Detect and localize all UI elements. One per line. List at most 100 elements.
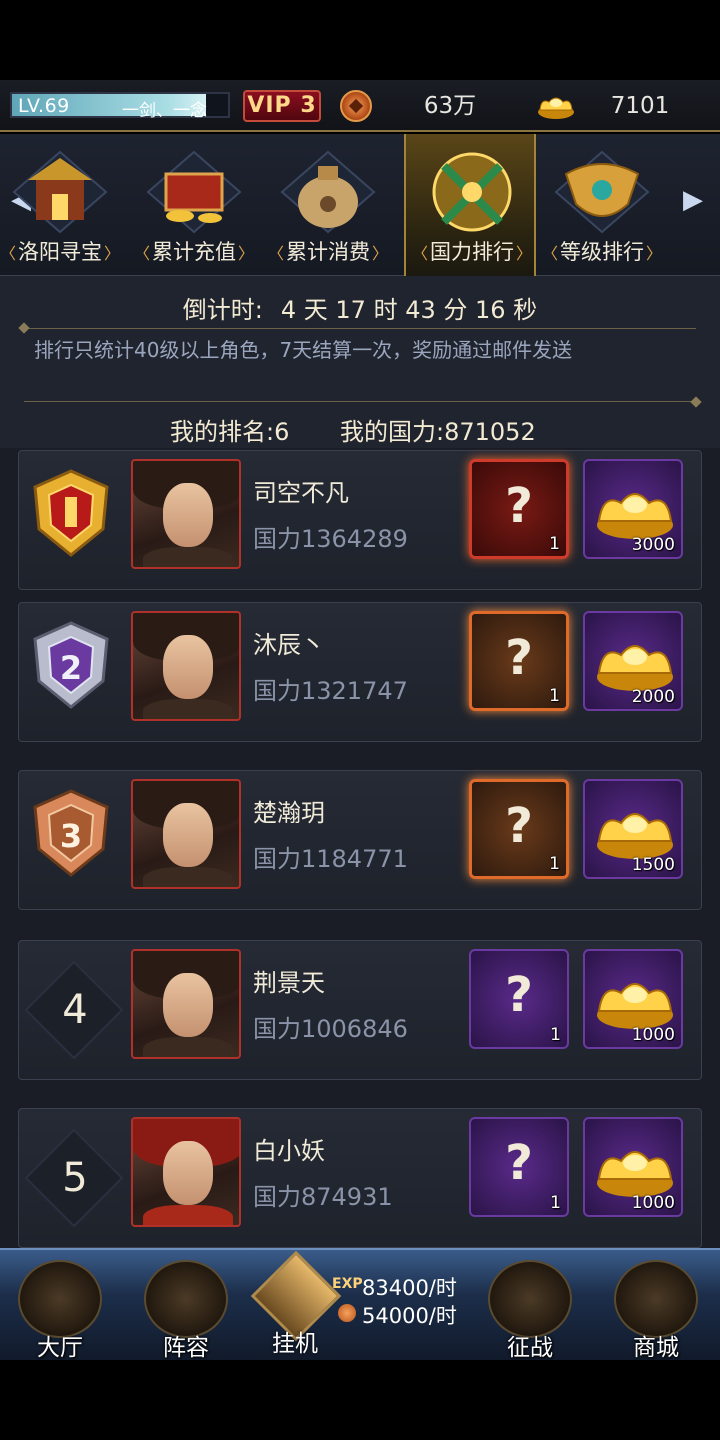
rank-1-gold-medal-icon [33,469,109,557]
reward-count: 1 [549,686,560,706]
rank-2-silver-medal-icon: 2 [33,621,109,709]
countdown-label: 倒计时: [182,296,263,324]
reward-count: 1 [550,1025,561,1045]
mystery-reward-box[interactable]: ? 1 [469,1117,569,1217]
nav-shop-button[interactable]: 商城 [600,1258,712,1361]
gold-ingot-reward[interactable]: 3000 [583,459,683,559]
tab-cumulative-recharge[interactable]: 累计充值 [128,134,260,276]
reward-count: 1000 [631,1193,675,1213]
player-power: 国力1184771 [253,845,408,873]
gold-ingot-icon [597,645,673,691]
gold-ingot-icon [538,97,574,119]
reward-count: 1500 [631,855,675,875]
tab-scroll-right-icon[interactable]: ▶ [678,182,708,218]
ranking-row[interactable]: 2 沐辰丶 国力1321747 ? 1 2000 [18,602,702,742]
mystery-reward-box[interactable]: ? 1 [469,611,569,711]
reward-count: 1000 [631,1025,675,1045]
player-avatar[interactable] [131,949,241,1059]
money-bag-icon [280,150,376,234]
nav-label: 商城 [633,1335,679,1361]
vip-badge[interactable]: VIP 3 [243,90,321,122]
level-text: LV.69 [18,95,70,117]
tab-national-power-ranking[interactable]: 国力排行 [404,134,536,276]
mystery-reward-box[interactable]: ? 1 [469,949,569,1049]
nav-battle-button[interactable]: 征战 [474,1258,586,1361]
gold-ingot-icon [597,493,673,539]
player-name: 白小妖 [253,1137,325,1165]
tab-level-ranking[interactable]: 等级排行 [536,134,668,276]
player-avatar[interactable] [131,611,241,721]
tab-label: 累计消费 [262,236,394,268]
nav-label: 征战 [507,1335,553,1361]
nav-label: 大厅 [37,1335,83,1361]
golden-crest-icon [554,150,650,234]
tab-cumulative-spending[interactable]: 累计消费 [262,134,394,276]
crossed-swords-icon [488,1260,572,1338]
rules-note: 排行只统计40级以上角色，7天结算一次，奖励通过邮件发送 [34,338,573,362]
idle-exp-rate: 83400/时 [362,1276,457,1300]
question-mark-icon: ? [505,630,533,686]
idle-coin-rate: 54000/时 [362,1304,457,1328]
gold-ingot-reward[interactable]: 1500 [583,779,683,879]
ranking-row[interactable]: 4 荆景天 国力1006846 ? 1 1000 [18,940,702,1080]
gold-ingot-icon [597,983,673,1029]
player-name: 司空不凡 [253,479,349,507]
gold-ingot-reward[interactable]: 1000 [583,1117,683,1217]
rank-number: 5 [62,1155,88,1201]
my-power: 我的国力:871052 [340,412,536,447]
gold-ingot-icon [597,813,673,859]
rank-3-bronze-medal-icon: 3 [33,789,109,877]
ranking-info-panel: 倒计时: 4 天 17 时 43 分 16 秒 排行只统计40级以上角色，7天结算… [0,276,720,448]
reward-count: 3000 [631,535,675,555]
nav-label: 阵容 [163,1335,209,1361]
ranking-row[interactable]: 5 白小妖 国力874931 ? 1 1000 [18,1108,702,1248]
nav-idle-button[interactable]: 挂机 EXP 83400/时 54000/时 [250,1250,464,1357]
reward-count: 1 [549,854,560,874]
treasure-pavilion-icon [12,150,108,234]
player-power: 国力1006846 [253,1015,408,1043]
crossed-swords-emblem-icon [432,152,512,232]
mystery-reward-box[interactable]: ? 1 [469,779,569,879]
player-name: 沐辰丶 [253,631,325,659]
formation-scroll-icon [144,1260,228,1338]
copper-coin-value: 63万 [423,93,477,119]
gold-ingot-value: 7101 [610,93,670,119]
ranking-list[interactable]: 司空不凡 国力1364289 ? 1 3000 2 沐辰丶 国力1321747 … [0,448,720,1248]
reward-count: 1 [549,534,560,554]
countdown-value: 4 天 17 时 43 分 16 秒 [280,296,538,324]
player-avatar[interactable] [131,1117,241,1227]
question-mark-icon: ? [505,478,533,534]
player-avatar[interactable] [131,459,241,569]
tab-label: 等级排行 [536,236,668,268]
question-mark-icon: ? [505,967,533,1023]
reward-count: 2000 [631,687,675,707]
level-bar: LV.69 一剑、一念 [10,92,230,121]
player-name: 楚瀚玥 [253,799,325,827]
svg-text:2: 2 [60,649,82,687]
mystery-reward-box[interactable]: ? 1 [469,459,569,559]
gold-ingot-reward[interactable]: 1000 [583,949,683,1049]
tab-luoyang-treasure[interactable]: 洛阳寻宝 [0,134,126,276]
rules-note-box: 排行只统计40级以上角色，7天结算一次，奖励通过邮件发送 [24,328,696,402]
gold-ingot-reward[interactable]: 2000 [583,611,683,711]
copper-coin-icon [338,1304,356,1322]
my-power-label: 我的国力: [340,418,445,446]
player-avatar[interactable] [131,779,241,889]
ranking-row[interactable]: 3 楚瀚玥 国力1184771 ? 1 1500 [18,770,702,910]
question-mark-icon: ? [505,798,533,854]
nav-lineup-button[interactable]: 阵容 [130,1258,242,1361]
question-mark-icon: ? [505,1135,533,1191]
rank-number: 4 [62,987,88,1033]
copper-coin-icon [340,90,372,122]
player-power: 国力874931 [253,1183,393,1211]
treasure-chest-icon [146,150,242,234]
nav-hall-button[interactable]: 大厅 [4,1258,116,1361]
my-rank-label: 我的排名: [170,418,275,446]
ranking-row[interactable]: 司空不凡 国力1364289 ? 1 3000 [18,450,702,590]
tab-label: 累计充值 [128,236,260,268]
event-tab-strip: ◀ 洛阳寻宝 累计充值 累计消费 [0,134,720,276]
palace-hall-icon [18,1260,102,1338]
player-power: 国力1364289 [253,525,408,553]
gold-ingot-icon [597,1151,673,1197]
tab-label: 洛阳寻宝 [0,236,126,268]
